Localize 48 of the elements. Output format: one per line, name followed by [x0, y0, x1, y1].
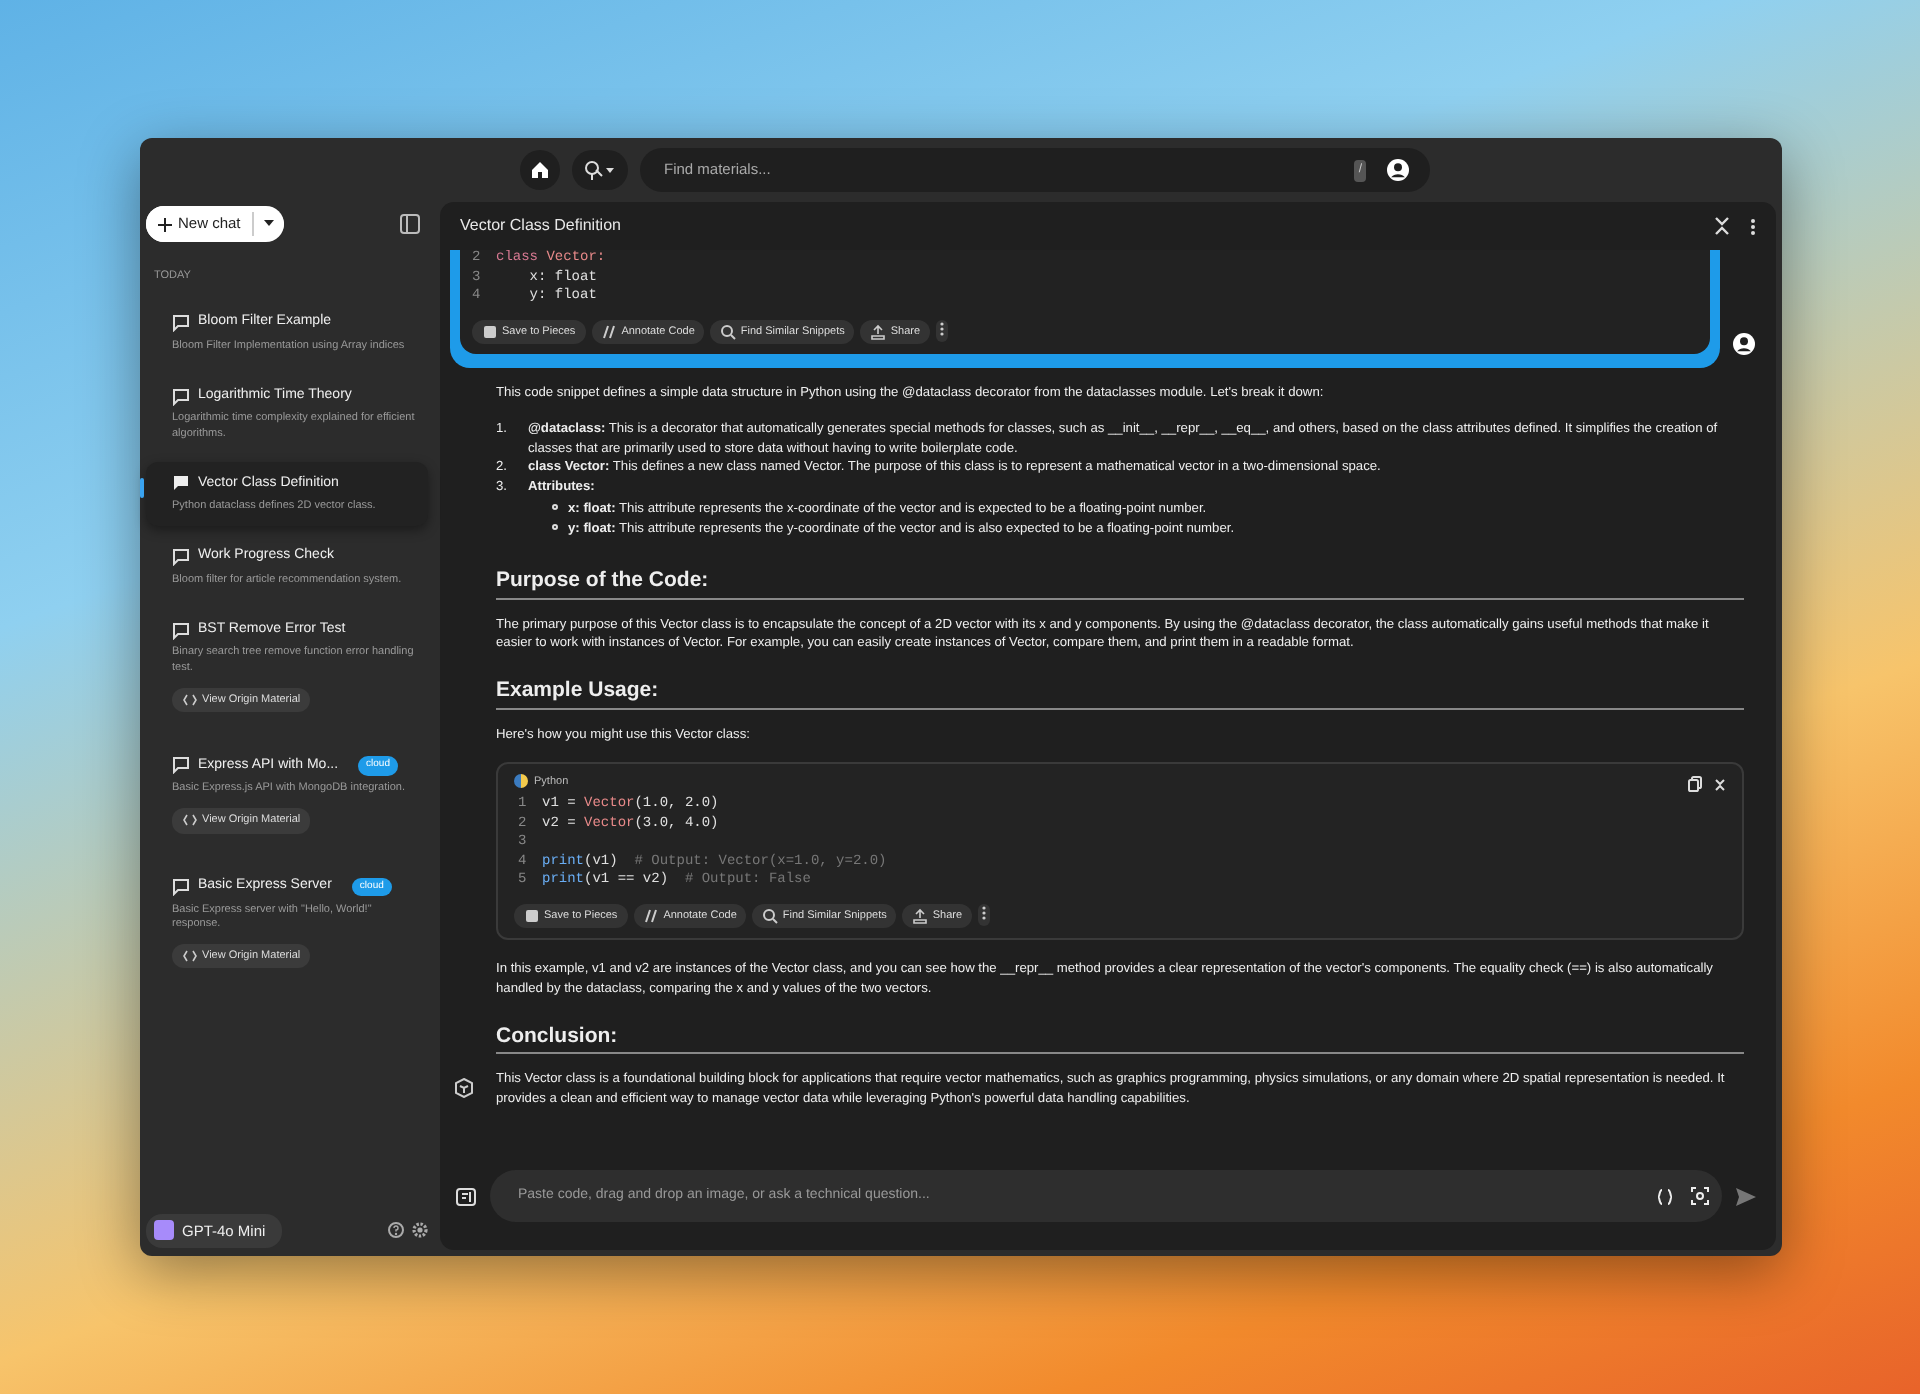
search-icon — [720, 323, 737, 340]
section-heading: Example Usage: — [496, 678, 1744, 710]
caret-icon — [264, 220, 275, 228]
python-logo-icon — [514, 774, 528, 789]
chat-bubble-icon — [172, 878, 190, 897]
user-avatar-icon — [1732, 331, 1756, 356]
settings-icon[interactable] — [412, 1222, 428, 1239]
comment-slashes-icon — [601, 323, 618, 340]
comment-slashes-icon — [643, 907, 660, 924]
chat-bubble-icon — [172, 314, 190, 332]
model-icon — [154, 1220, 174, 1241]
share-icon — [912, 907, 929, 924]
conversation-title: Vector Class Definition — [460, 214, 623, 238]
more-icon[interactable] — [1750, 217, 1756, 235]
section-heading: Purpose of the Code: — [496, 567, 1744, 600]
chat-bubble-icon — [172, 387, 190, 406]
help-icon[interactable] — [388, 1222, 404, 1239]
user-avatar-icon — [1386, 158, 1410, 182]
switcher-button[interactable] — [572, 150, 628, 190]
more-icon — [982, 906, 987, 921]
chat-bubble-icon — [172, 548, 190, 567]
more-button[interactable] — [978, 904, 991, 927]
more-icon — [940, 322, 945, 337]
chat-bubble-icon — [172, 474, 190, 493]
screenshot-icon[interactable] — [1690, 1186, 1710, 1206]
section-heading: Conclusion: — [496, 1023, 1744, 1055]
share-icon — [870, 323, 887, 340]
copy-icon[interactable] — [1688, 776, 1702, 793]
send-icon[interactable] — [1736, 1187, 1756, 1205]
chat-bubble-icon — [172, 621, 190, 640]
sidebar-toggle-icon[interactable] — [400, 214, 420, 234]
code-icon — [182, 948, 198, 965]
caret-icon — [604, 164, 616, 176]
code-icon — [182, 812, 198, 829]
save-icon — [524, 907, 540, 924]
bullet-icon — [552, 504, 558, 511]
chat-toggle-icon[interactable] — [456, 1187, 476, 1205]
dropdown-button[interactable] — [252, 212, 285, 236]
search-icon — [762, 907, 779, 924]
braces-icon[interactable] — [1656, 1187, 1674, 1205]
home-button[interactable] — [520, 150, 560, 190]
home-icon — [530, 160, 550, 180]
code-icon — [182, 691, 198, 708]
save-icon — [482, 323, 498, 340]
plus-icon — [158, 217, 172, 231]
chat-bubble-icon — [172, 756, 190, 775]
bullet-icon — [552, 524, 558, 531]
more-button[interactable] — [936, 320, 949, 343]
